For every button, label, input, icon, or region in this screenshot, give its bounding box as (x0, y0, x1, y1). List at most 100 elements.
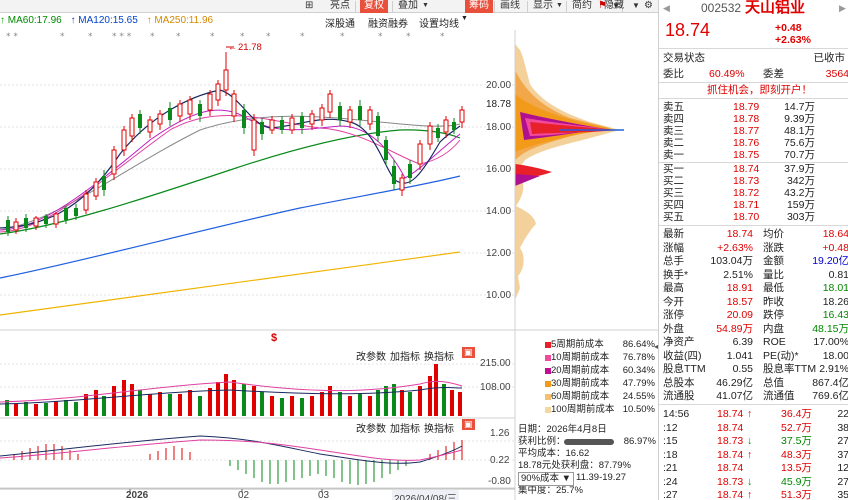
toolbar-simple-button[interactable]: 简约 (572, 0, 592, 13)
stat-row: 股息TTM 0.55 股息率TTM 2.91% (663, 363, 848, 375)
price-change-pct: +2.63% (775, 34, 811, 46)
toolbar-adjust-button[interactable]: 复权 (360, 0, 388, 13)
stat-label: 内盘 (763, 322, 784, 335)
ask-volume: 75.6万 (784, 137, 815, 149)
stat-value: 18.26 (822, 295, 848, 308)
stat-row: 最新 18.74 均价 18.64 (663, 228, 848, 240)
stat-value: 17.00% (813, 336, 848, 348)
tick-price: 18.73 (717, 475, 744, 488)
event-marker[interactable]: $ (271, 332, 277, 344)
toolbar-gear-icon[interactable]: ⊞ (305, 0, 313, 13)
svg-text:*: * (150, 32, 155, 42)
tick-count: 37 (837, 448, 848, 461)
stat-value: 46.29亿 (716, 376, 753, 389)
bid-price: 18.74 (733, 163, 760, 175)
stat-label: 流通股 (663, 390, 695, 402)
svg-text:*: * (210, 32, 215, 42)
stat-value: 18.01 (822, 282, 848, 294)
svg-text:*: * (88, 32, 93, 42)
bid-volume: 37.9万 (784, 163, 815, 175)
open-account-promo[interactable]: 抓住机会，即刻开户！ (707, 84, 812, 96)
nav-left-icon[interactable]: ◀ (663, 2, 670, 14)
toolbar-chips-button[interactable]: 筹码 (465, 0, 493, 13)
stat-value: 0.81 (828, 268, 848, 281)
tick-price: 18.74 (717, 489, 744, 500)
volume-indicator-badge-icon[interactable]: ▣ (462, 347, 475, 358)
macd-indicator-badge-icon[interactable]: ▣ (462, 419, 475, 430)
stat-value: 769.6亿 (812, 390, 848, 402)
ask-price: 18.76 (733, 137, 760, 149)
stat-value: 48.15万 (812, 322, 848, 335)
tick-direction-icon: ↑ (747, 489, 753, 500)
stat-label: 涨跌 (763, 241, 784, 254)
ask-volume: 14.7万 (784, 101, 815, 113)
high-marker-arrow: ← (228, 42, 237, 52)
stat-value: 16.43 (822, 309, 848, 321)
svg-text:*: * (340, 32, 345, 42)
cost-range-select[interactable]: 90%成本 ▼ (518, 472, 575, 486)
volume-switch-indicator-button[interactable]: 换指标 (424, 348, 454, 363)
stat-value: 18.00 (822, 349, 848, 362)
stat-row: 净资产 6.39 ROE 17.00% (663, 336, 848, 348)
stat-row: 总手 103.04万 金额 19.20亿 (663, 255, 848, 267)
stat-value: +2.63% (717, 241, 753, 254)
chip-stats: 日期：2026年4月8日 获利比例： 86.97% 平均成本：16.62 18.… (518, 424, 656, 497)
chip-legend-value: 10.50% (622, 404, 655, 415)
volume-add-indicator-button[interactable]: 加指标 (390, 348, 420, 363)
tick-time: :15 (663, 435, 678, 447)
macd-edit-params-button[interactable]: 改参数 (356, 420, 386, 435)
stat-value: 41.07亿 (716, 390, 753, 402)
toolbar-display-dropdown-icon[interactable]: ▼ (556, 0, 563, 13)
weibi-label: 委比 (663, 68, 684, 80)
tick-row: :21 18.74 13.5万 12 (663, 462, 848, 474)
svg-text:* * *: * * * (112, 32, 132, 42)
nav-right-icon[interactable]: ▶ (839, 2, 846, 14)
tick-count: 27 (837, 475, 848, 488)
volume-bars (0, 363, 515, 416)
ma60-value: MA60:17.96 (7, 15, 62, 26)
stat-label: 最新 (663, 228, 684, 240)
toolbar-hide-button[interactable]: 隐藏 (604, 0, 624, 13)
stat-value: 867.4亿 (812, 376, 848, 389)
stat-label: 总手 (663, 255, 684, 267)
date-cursor-label: 2026/04/08/三 (392, 490, 459, 500)
tick-price: 18.74 (717, 462, 744, 474)
tick-row: :15 18.73 ↓ 37.5万 27 (663, 435, 848, 447)
bid-price: 18.71 (733, 199, 760, 211)
chip-profit-ratio-bar (564, 439, 614, 445)
macd-panel (0, 435, 515, 485)
toolbar-overlay-dropdown-icon[interactable]: ▼ (422, 0, 429, 13)
price-tick-16: 16.00 (486, 164, 512, 175)
ask-price: 18.77 (733, 125, 760, 137)
set-ma-dropdown-icon[interactable]: ▼ (461, 15, 468, 22)
tick-row: :18 18.74 ↑ 48.3万 37 (663, 449, 848, 461)
price-change: +0.48 (775, 22, 802, 34)
toolbar-hide-dropdown-icon[interactable]: ▼ (632, 0, 640, 13)
hk-connect-label[interactable]: 深股通 (325, 15, 355, 30)
margin-trading-label[interactable]: 融资融券 (368, 15, 408, 30)
toolbar-draw-button[interactable]: 画线 (500, 0, 520, 13)
stat-label: 净资产 (663, 336, 695, 348)
chip-legend-value: 76.78% (622, 352, 655, 363)
volume-tick-215: 215.00 (480, 358, 511, 369)
svg-text:*: * (378, 32, 383, 42)
set-ma-button[interactable]: 设置均线 (419, 15, 459, 30)
toolbar-display-button[interactable]: 显示 (533, 0, 553, 13)
macd-switch-indicator-button[interactable]: 换指标 (424, 420, 454, 435)
ma-legend: ↑ MA60:17.96 ↑ MA120:15.65 ↑ MA250:11.96 (0, 15, 213, 29)
volume-edit-params-button[interactable]: 改参数 (356, 348, 386, 363)
tick-volume: 37.5万 (781, 435, 812, 447)
ask-label: 卖二 (663, 137, 684, 149)
stat-row: 流通股 41.07亿 流通值 769.6亿 (663, 390, 848, 402)
bid-price: 18.73 (733, 175, 760, 187)
toolbar-overlay-button[interactable]: 叠加 (398, 0, 418, 13)
stat-value: 18.64 (822, 228, 848, 240)
toolbar-highlight-button[interactable]: 亮点 (330, 0, 350, 13)
stat-label: ROE (763, 336, 786, 348)
settings-gear-icon[interactable]: ⚙ (644, 0, 653, 13)
macd-add-indicator-button[interactable]: 加指标 (390, 420, 420, 435)
stat-value: 54.89万 (716, 322, 753, 335)
bid-label: 买一 (663, 163, 684, 175)
chip-concentration: 集中度：25.7% (518, 485, 583, 496)
tick-volume: 52.7万 (781, 421, 812, 434)
